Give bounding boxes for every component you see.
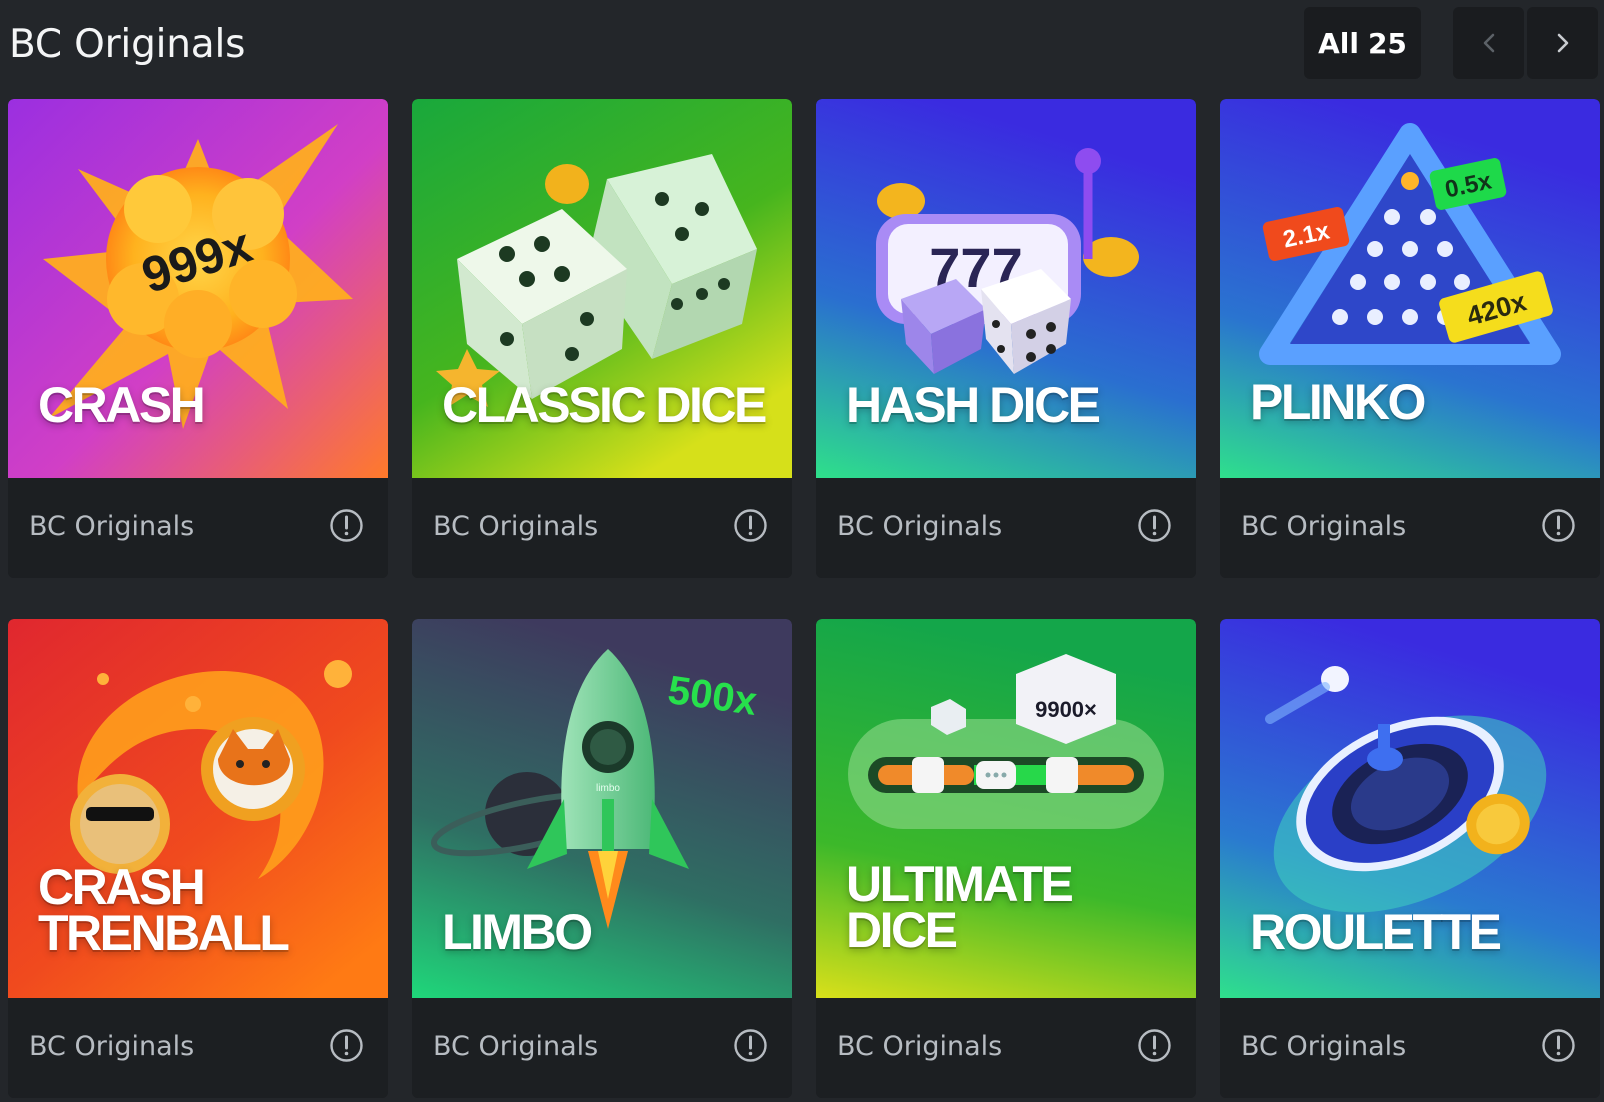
- provider-label: BC Originals: [433, 511, 599, 542]
- bc-originals-page: BC Originals All 25 999x CRASH BC Origin…: [0, 0, 1604, 1102]
- game-card-crash[interactable]: 999x CRASH BC Originals: [8, 99, 388, 578]
- section-title: BC Originals: [9, 22, 246, 67]
- game-card-ultimate-dice[interactable]: 9900× ULTIMATE DICE BC Originals: [816, 619, 1196, 1098]
- card-footer: BC Originals: [1220, 478, 1600, 578]
- view-all-button[interactable]: All 25: [1304, 7, 1421, 79]
- card-footer: BC Originals: [1220, 998, 1600, 1098]
- game-thumbnail-hash-dice[interactable]: 777 HASH DICE: [816, 99, 1196, 478]
- chevron-right-icon: [1557, 33, 1568, 53]
- game-title-limbo: LIMBO: [442, 904, 593, 960]
- info-icon[interactable]: [329, 1028, 364, 1063]
- info-icon[interactable]: [1541, 1028, 1576, 1063]
- game-card-crash-trenball[interactable]: CRASH TRENBALL BC Originals: [8, 619, 388, 1098]
- info-icon[interactable]: [1541, 508, 1576, 543]
- game-thumbnail-crash-trenball[interactable]: CRASH TRENBALL: [8, 619, 388, 998]
- card-footer: BC Originals: [816, 998, 1196, 1098]
- view-all-count: 25: [1367, 26, 1407, 60]
- next-page-button[interactable]: [1527, 7, 1598, 79]
- slider-handle: [912, 757, 944, 793]
- game-card-limbo[interactable]: 500x limbo LIMBO BC Originals: [412, 619, 792, 1098]
- shiba-coin-icon: [201, 717, 305, 821]
- info-icon[interactable]: [1137, 1028, 1172, 1063]
- game-thumbnail-roulette[interactable]: ROULETTE: [1220, 619, 1600, 998]
- game-title-crash-trenball: CRASH TRENBALL: [38, 859, 290, 961]
- provider-label: BC Originals: [1241, 511, 1407, 542]
- provider-label: BC Originals: [1241, 1031, 1407, 1062]
- card-footer: BC Originals: [816, 478, 1196, 578]
- game-title-crash: CRASH: [38, 377, 206, 433]
- view-all-label: All: [1318, 26, 1359, 60]
- svg-text:9900×: 9900×: [1035, 697, 1097, 722]
- info-icon[interactable]: [733, 1028, 768, 1063]
- info-icon[interactable]: [733, 508, 768, 543]
- provider-label: BC Originals: [29, 1031, 195, 1062]
- game-thumbnail-limbo[interactable]: 500x limbo LIMBO: [412, 619, 792, 998]
- provider-label: BC Originals: [29, 511, 195, 542]
- svg-text:limbo: limbo: [596, 783, 620, 794]
- game-title-roulette: ROULETTE: [1250, 904, 1502, 960]
- game-card-roulette[interactable]: ROULETTE BC Originals: [1220, 619, 1600, 1098]
- info-icon[interactable]: [329, 508, 364, 543]
- game-card-classic-dice[interactable]: CLASSIC DICE BC Originals: [412, 99, 792, 578]
- card-footer: BC Originals: [412, 478, 792, 578]
- card-footer: BC Originals: [412, 998, 792, 1098]
- card-footer: BC Originals: [8, 478, 388, 578]
- game-card-hash-dice[interactable]: 777 HASH DICE BC Originals: [816, 99, 1196, 578]
- game-title-classic-dice: CLASSIC DICE: [442, 377, 767, 433]
- provider-label: BC Originals: [837, 511, 1003, 542]
- game-thumbnail-ultimate-dice[interactable]: 9900× ULTIMATE DICE: [816, 619, 1196, 998]
- game-title-ultimate-dice: ULTIMATE DICE: [846, 856, 1074, 958]
- chevron-left-icon: [1483, 33, 1494, 53]
- slider-handle: [976, 761, 1016, 789]
- game-thumbnail-classic-dice[interactable]: CLASSIC DICE: [412, 99, 792, 478]
- info-icon[interactable]: [1137, 508, 1172, 543]
- game-title-plinko: PLINKO: [1250, 374, 1426, 430]
- previous-page-button[interactable]: [1453, 7, 1524, 79]
- provider-label: BC Originals: [837, 1031, 1003, 1062]
- provider-label: BC Originals: [433, 1031, 599, 1062]
- section-header: BC Originals All 25: [0, 0, 1604, 98]
- game-card-plinko[interactable]: 2.1x 0.5x 420x PLINKO BC Originals: [1220, 99, 1600, 578]
- game-thumbnail-crash[interactable]: 999x CRASH: [8, 99, 388, 478]
- game-thumbnail-plinko[interactable]: 2.1x 0.5x 420x PLINKO: [1220, 99, 1600, 478]
- game-title-hash-dice: HASH DICE: [846, 377, 1101, 433]
- card-footer: BC Originals: [8, 998, 388, 1098]
- slider-handle: [1046, 757, 1078, 793]
